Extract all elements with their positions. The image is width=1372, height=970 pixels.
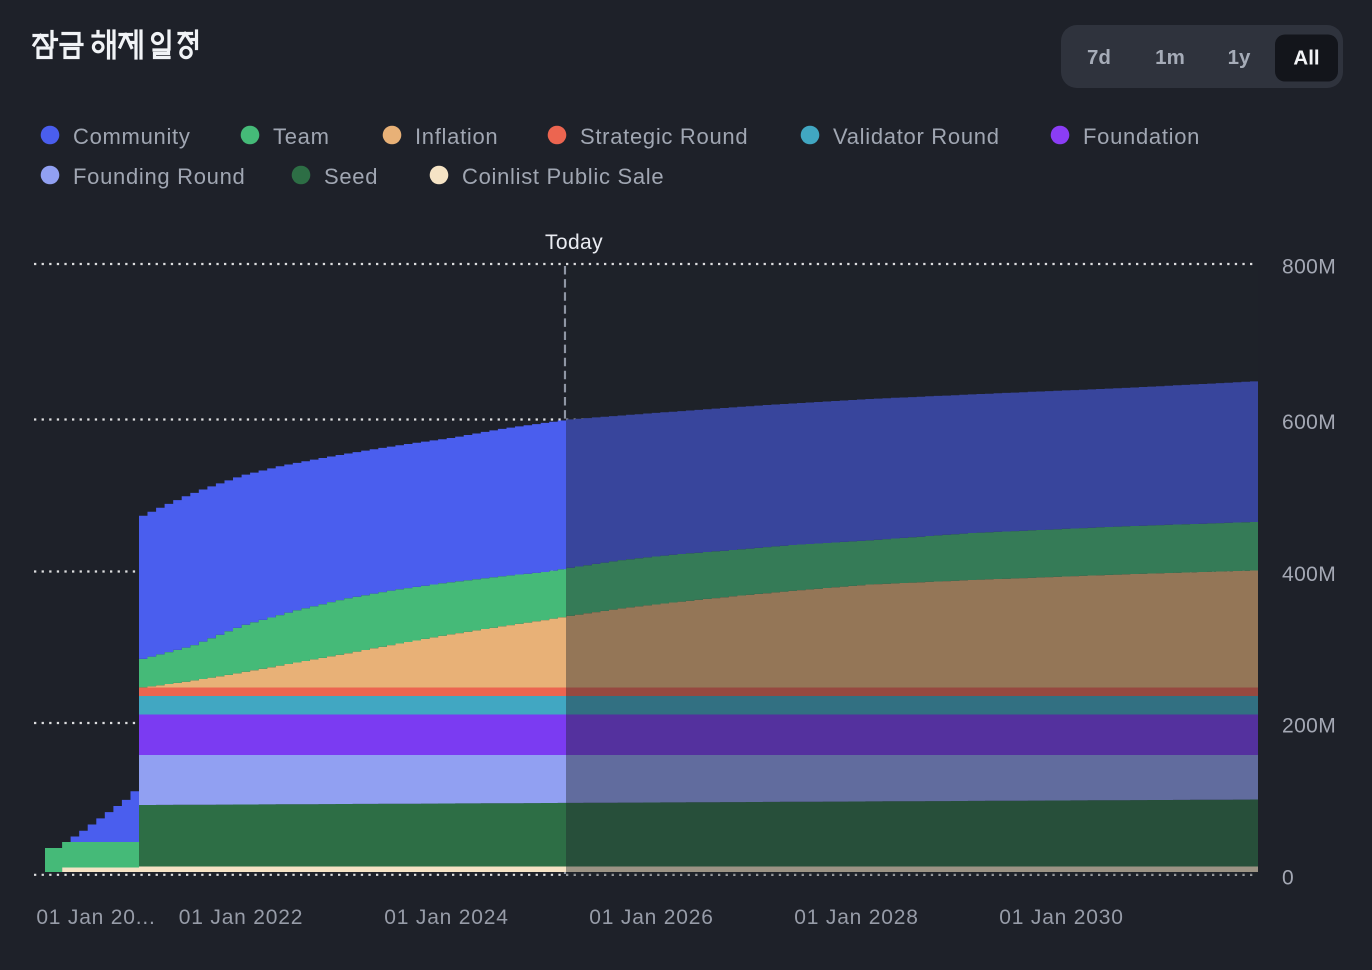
svg-text:Founding Round: Founding Round (73, 164, 245, 189)
svg-text:All: All (1293, 47, 1319, 70)
svg-text:600M: 600M (1282, 411, 1336, 434)
svg-text:200M: 200M (1282, 715, 1336, 738)
svg-text:Foundation: Foundation (1083, 124, 1200, 149)
svg-text:0: 0 (1282, 866, 1294, 889)
svg-text:01 Jan 20...: 01 Jan 20... (36, 906, 155, 929)
svg-text:Coinlist Public Sale: Coinlist Public Sale (462, 164, 664, 189)
svg-text:Community: Community (73, 124, 191, 149)
svg-text:01 Jan 2030: 01 Jan 2030 (999, 906, 1123, 929)
svg-text:01 Jan 2028: 01 Jan 2028 (794, 906, 918, 929)
svg-text:1y: 1y (1228, 46, 1251, 69)
svg-text:Inflation: Inflation (415, 124, 498, 149)
svg-text:Team: Team (273, 124, 330, 149)
svg-text:Seed: Seed (324, 164, 378, 189)
svg-text:Validator Round: Validator Round (833, 124, 1000, 149)
svg-text:01 Jan 2026: 01 Jan 2026 (589, 906, 713, 929)
svg-text:Today: Today (545, 231, 603, 254)
svg-text:400M: 400M (1282, 563, 1336, 586)
svg-text:Strategic Round: Strategic Round (580, 124, 748, 149)
svg-text:7d: 7d (1087, 46, 1111, 69)
svg-text:01 Jan 2024: 01 Jan 2024 (384, 906, 508, 929)
svg-text:01 Jan 2022: 01 Jan 2022 (179, 906, 303, 929)
svg-text:800M: 800M (1282, 256, 1336, 279)
svg-text:1m: 1m (1155, 46, 1185, 69)
